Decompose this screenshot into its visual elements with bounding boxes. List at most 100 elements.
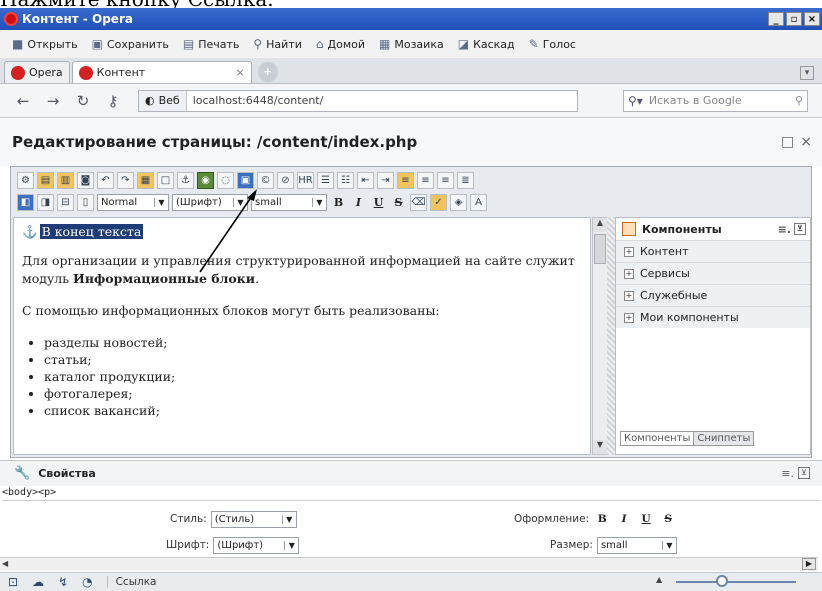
snippet-icon[interactable]: ▯ [77,193,94,211]
link-icon[interactable]: ◉ [197,171,214,189]
underline-button[interactable]: U [370,196,387,209]
page-hscrollbar[interactable]: ◀ ▶ [0,557,818,571]
paste-word-icon[interactable]: ◙ [77,171,94,189]
image-icon[interactable]: ▣ [237,171,254,189]
strike-button[interactable]: S [390,196,407,209]
scroll-up-icon[interactable]: ▲ [593,218,607,232]
background-color-icon[interactable]: A [470,193,487,211]
editor-scrollbar[interactable]: ▲ ▼ [592,217,608,455]
menu-find[interactable]: ⚲ Найти [253,37,302,51]
search-field[interactable]: ⚲▾ Искать в Google ⚲ [623,89,808,112]
scroll-left-icon[interactable]: ◀ [2,559,8,568]
components-item-my[interactable]: + Мои компоненты [616,306,810,328]
italic-button[interactable]: I [615,513,633,525]
maximize-button[interactable]: ▫ [786,12,802,26]
cloud-icon[interactable]: ☁ [32,575,44,589]
paste-icon[interactable]: ▤ [37,171,54,189]
speed-dial-icon[interactable]: ◔ [82,575,92,589]
pin-icon[interactable]: ⊻ [798,467,810,479]
bold-button[interactable]: B [330,196,347,209]
tab-list-icon[interactable]: ▾ [800,66,814,80]
align-center-icon[interactable]: ≡ [417,171,434,189]
settings-icon[interactable]: ⚙ [17,171,34,189]
unlink-icon[interactable]: ◌ [217,171,234,189]
search-engine-icon[interactable]: ⚲▾ [628,94,643,108]
opera-menu-tab[interactable]: Opera [4,61,70,83]
menu-lines-icon[interactable]: ≡. [778,223,791,236]
close-panel-icon[interactable]: × [800,134,812,150]
size-select-props[interactable]: small ▼ [596,536,677,554]
align-left-icon[interactable]: ≡ [397,171,414,189]
expand-icon[interactable]: + [624,312,634,323]
close-tab-icon[interactable]: × [235,66,244,79]
zoom-track[interactable] [676,581,796,583]
anchor-icon[interactable]: ⚓ [177,171,194,189]
split-mode-icon[interactable]: ⊟ [57,193,74,211]
media-icon[interactable]: ⊘ [277,171,294,189]
redo-icon[interactable]: ↷ [117,171,134,189]
underline-button[interactable]: U [637,513,655,525]
tab-components[interactable]: Компоненты [620,431,695,446]
menu-cascade[interactable]: ◪ Каскад [458,37,515,51]
menu-home[interactable]: ⌂ Домой [316,37,365,51]
site-info-badge[interactable]: ◐ Веб [139,90,187,111]
zoom-knob[interactable] [716,575,728,587]
menu-save[interactable]: ▣ Сохранить [92,37,169,51]
scroll-thumb[interactable] [594,234,606,264]
close-button[interactable]: × [804,12,820,26]
special-char-icon[interactable]: © [257,171,274,189]
panels-icon[interactable]: ⊡ [8,575,18,589]
maximize-panel-icon[interactable]: □ [781,134,794,150]
align-right-icon[interactable]: ≡ [437,171,454,189]
tab-snippets[interactable]: Сниппеты [694,431,755,446]
scroll-right-icon[interactable]: ▶ [802,558,816,570]
undo-icon[interactable]: ↶ [97,171,114,189]
minimize-button[interactable]: _ [768,12,784,26]
components-item-content[interactable]: + Контент [616,240,810,262]
tag-breadcrumb[interactable]: <body><p> [2,487,820,501]
div-icon[interactable]: □ [157,171,174,189]
menu-voice[interactable]: ✎ Голос [529,37,576,51]
indent-icon[interactable]: ⇥ [377,171,394,189]
font-select-props[interactable]: (Шрифт) ▼ [213,536,300,554]
menu-lines-icon[interactable]: ≡. [781,467,794,480]
style-select[interactable]: (Стиль) ▼ [210,510,297,528]
expand-icon[interactable]: + [624,290,634,301]
wysiwyg-mode-icon[interactable]: ◧ [17,193,34,211]
table-icon[interactable]: ▦ [137,171,154,189]
menu-print[interactable]: ▤ Печать [183,37,240,51]
expand-icon[interactable]: + [624,268,634,279]
zoom-toggle-icon[interactable]: ▲ [656,575,662,584]
expand-icon[interactable]: + [624,246,634,257]
remove-format-icon[interactable]: ⌫ [410,193,427,211]
unordered-list-icon[interactable]: ☷ [337,171,354,189]
tab-content[interactable]: Контент × [71,61,252,83]
strike-button[interactable]: S [659,513,677,525]
turbo-icon[interactable]: ↯ [58,575,68,589]
ordered-list-icon[interactable]: ☰ [317,171,334,189]
components-item-utility[interactable]: + Служебные [616,284,810,306]
menu-tile[interactable]: ▦ Мозаика [379,37,444,51]
menu-open[interactable]: ■ Открыть [12,37,78,51]
pin-icon[interactable]: ⊻ [794,222,806,235]
panel-splitter[interactable] [607,217,615,455]
forward-arrow-icon[interactable]: → [42,92,64,110]
align-justify-icon[interactable]: ≣ [457,171,474,189]
url-field[interactable]: ◐ Веб localhost:6448/content/ [138,89,578,112]
editor-content[interactable]: ⚓ В конец текста Для организации и управл… [13,217,591,455]
reload-icon[interactable]: ↻ [72,92,94,110]
bold-button[interactable]: B [593,513,611,525]
paste-text-icon[interactable]: ▥ [57,171,74,189]
paragraph-style-select[interactable]: Normal ▼ [97,193,169,211]
code-mode-icon[interactable]: ◨ [37,193,54,211]
search-icon[interactable]: ⚲ [795,94,803,107]
hr-icon[interactable]: HR [297,171,314,189]
font-select[interactable]: (Шрифт) ▼ [172,193,248,211]
scroll-down-icon[interactable]: ▼ [593,440,607,454]
components-item-services[interactable]: + Сервисы [616,262,810,284]
key-icon[interactable]: ⚷ [102,92,124,110]
italic-button[interactable]: I [350,196,367,209]
back-arrow-icon[interactable]: ← [12,92,34,110]
new-tab-button[interactable]: + [257,62,278,82]
text-color-icon[interactable]: ◈ [450,193,467,211]
